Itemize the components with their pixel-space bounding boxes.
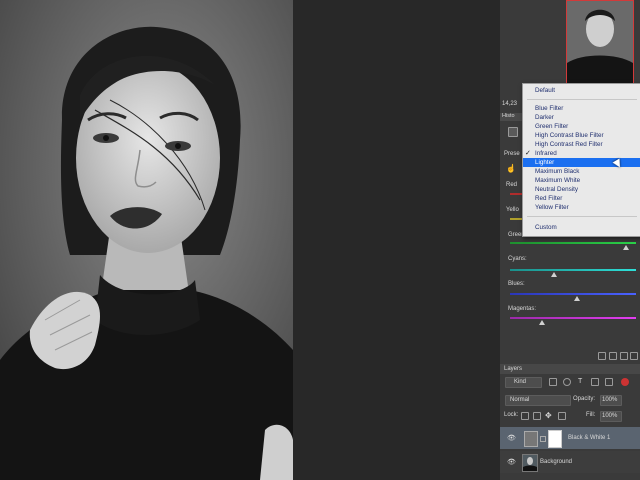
- magentas-slider-thumb[interactable]: [539, 320, 545, 325]
- link-icon[interactable]: [540, 436, 546, 442]
- kind-filter-label: Kind: [514, 379, 527, 385]
- preset-menu-item[interactable]: Neutral Density: [523, 185, 640, 194]
- preset-menu-item[interactable]: Maximum Black: [523, 167, 640, 176]
- layer-name[interactable]: Background: [540, 459, 572, 465]
- reset-icon[interactable]: [620, 352, 628, 360]
- preset-menu-item[interactable]: Maximum White: [523, 176, 640, 185]
- filter-toggle-icon[interactable]: [621, 378, 629, 386]
- document-canvas[interactable]: [0, 0, 293, 480]
- lock-transparent-icon[interactable]: [521, 412, 529, 420]
- visibility-icon[interactable]: [630, 352, 638, 360]
- background-thumb-photo: [523, 455, 537, 471]
- blend-mode-dropdown[interactable]: Normal: [505, 395, 571, 406]
- reds-label: Red: [506, 182, 518, 188]
- pasteboard: [293, 0, 500, 480]
- layer-row-black-white[interactable]: 👁 Black & White 1: [500, 427, 640, 449]
- lock-image-icon[interactable]: [533, 412, 541, 420]
- preset-menu-item[interactable]: Red Filter: [523, 194, 640, 203]
- blend-mode-value: Normal: [510, 397, 530, 403]
- preset-menu-item[interactable]: Infrared ✓: [523, 149, 640, 158]
- bw-portrait-photo: [0, 0, 293, 480]
- adjustment-layer-thumbnail: [524, 431, 538, 447]
- lock-position-icon[interactable]: ✥: [545, 411, 552, 420]
- greens-slider-thumb[interactable]: [623, 245, 629, 250]
- lock-icons: ✥: [521, 411, 571, 420]
- magentas-label: Magentas:: [508, 306, 537, 312]
- preset-menu-item[interactable]: Blue Filter: [523, 104, 640, 113]
- checkmark-icon: ✓: [525, 150, 531, 157]
- cyans-slider-track[interactable]: [510, 269, 636, 271]
- eye-visibility-icon[interactable]: 👁: [507, 434, 516, 442]
- blues-slider-thumb[interactable]: [574, 296, 580, 301]
- opacity-label: Opacity:: [573, 396, 596, 402]
- type-filter-icon[interactable]: T: [578, 378, 582, 385]
- layer-name[interactable]: Black & White 1: [568, 435, 610, 441]
- menu-separator: [527, 216, 637, 217]
- clip-to-layer-icon[interactable]: [598, 352, 606, 360]
- magentas-slider-track[interactable]: [510, 317, 636, 319]
- kind-filter-dropdown[interactable]: Kind: [505, 377, 542, 388]
- preset-menu-item[interactable]: High Contrast Blue Filter: [523, 131, 640, 140]
- blues-label: Blues:: [508, 281, 525, 287]
- cyans-label: Cyans:: [508, 256, 527, 262]
- layers-tab[interactable]: Layers: [504, 366, 522, 372]
- navigator-photo: [567, 1, 633, 85]
- preset-dropdown-menu[interactable]: Default Blue Filter Darker Green Filter High…: [522, 83, 640, 237]
- opacity-value: 100%: [602, 397, 618, 403]
- lock-all-icon[interactable]: [558, 412, 566, 420]
- view-previous-icon[interactable]: [609, 352, 617, 360]
- adjustment-icon[interactable]: [508, 127, 518, 137]
- preset-label: Prese: [504, 151, 520, 157]
- reds-slider-track[interactable]: [510, 193, 522, 195]
- fill-label: Fill:: [586, 412, 596, 418]
- document-info: 14,23: [502, 101, 518, 107]
- preset-menu-item[interactable]: Darker: [523, 113, 640, 122]
- histogram-tab-label: Histo: [502, 113, 515, 119]
- navigator-thumbnail[interactable]: [566, 0, 634, 86]
- adjustment-filter-icon[interactable]: [563, 378, 571, 386]
- pixel-filter-icon[interactable]: [549, 378, 557, 386]
- cyans-slider-thumb[interactable]: [551, 272, 557, 277]
- panel-footer-icons: [598, 352, 638, 360]
- fill-value: 100%: [602, 413, 618, 419]
- fill-field[interactable]: 100%: [600, 411, 622, 422]
- hand-tool-icon[interactable]: ☝: [506, 164, 516, 173]
- smart-object-filter-icon[interactable]: [605, 378, 613, 386]
- greens-slider-track[interactable]: [510, 242, 636, 244]
- lock-label: Lock:: [504, 412, 519, 418]
- background-layer-thumbnail: [522, 454, 538, 472]
- opacity-field[interactable]: 100%: [600, 395, 622, 406]
- layer-mask-thumbnail[interactable]: [548, 430, 562, 448]
- blues-slider-track[interactable]: [510, 293, 636, 295]
- yellows-slider-track[interactable]: [510, 218, 522, 220]
- layers-tab-bar: Layers: [500, 364, 640, 374]
- layer-filter-icons: T: [549, 378, 635, 386]
- preset-menu-item[interactable]: High Contrast Red Filter: [523, 140, 640, 149]
- menu-separator: [527, 99, 637, 100]
- layer-row-background[interactable]: 👁 Background: [500, 451, 640, 473]
- preset-menu-item[interactable]: Yellow Filter: [523, 203, 640, 212]
- preset-menu-item[interactable]: Green Filter: [523, 122, 640, 131]
- preset-menu-item[interactable]: Default: [523, 86, 640, 95]
- histogram-tab[interactable]: Histo: [500, 113, 522, 121]
- shape-filter-icon[interactable]: [591, 378, 599, 386]
- color-sliders: Greens: Cyans: Blues: Magentas:: [500, 228, 640, 328]
- yellows-label: Yello: [506, 207, 519, 213]
- preset-menu-item[interactable]: Custom: [523, 223, 640, 232]
- eye-visibility-icon[interactable]: 👁: [507, 458, 516, 466]
